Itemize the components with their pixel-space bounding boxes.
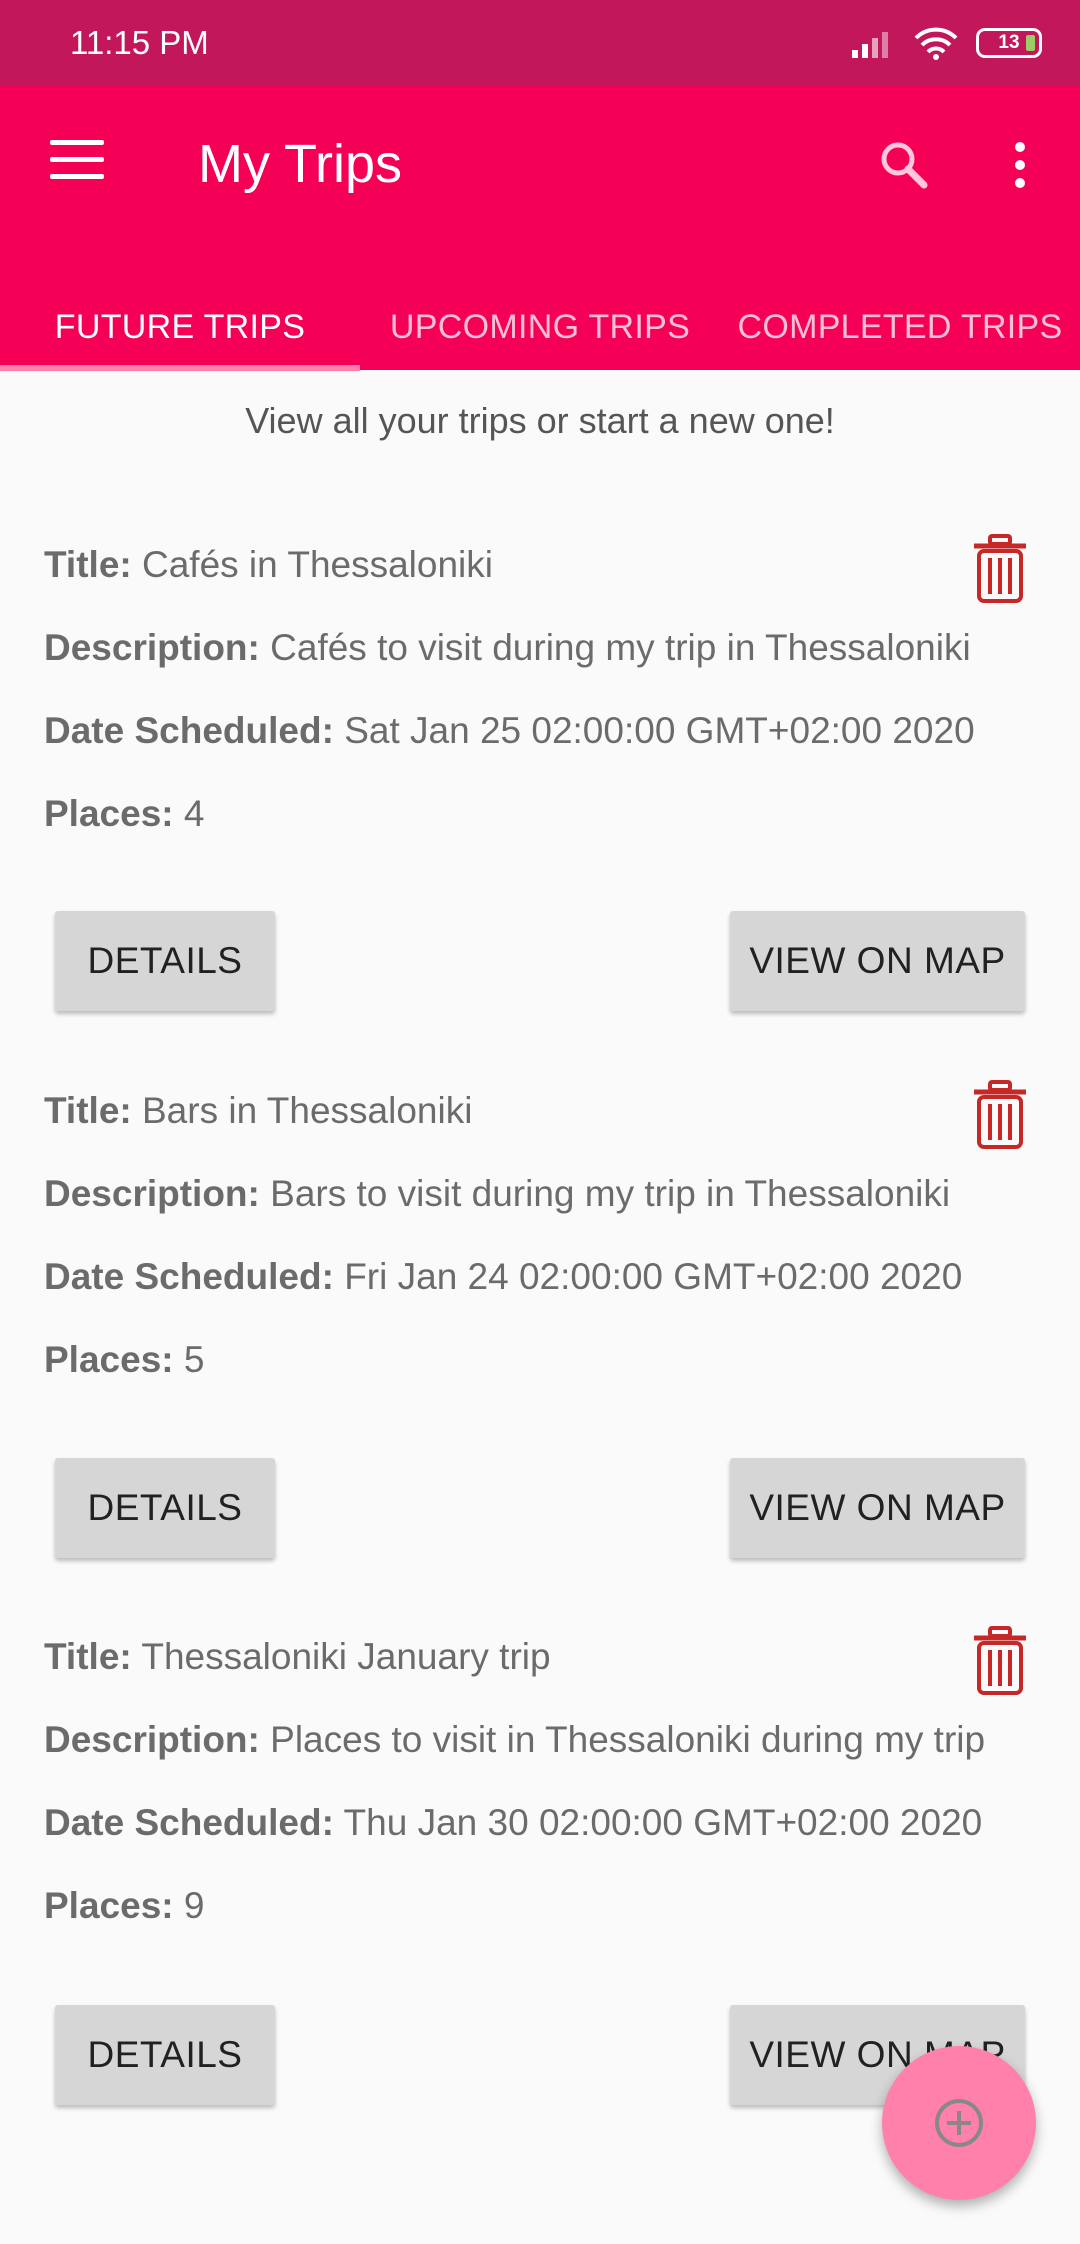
trash-icon <box>974 1626 1026 1695</box>
delete-trip-button[interactable] <box>970 1080 1030 1150</box>
add-trip-fab[interactable] <box>882 2046 1036 2200</box>
tab-indicator <box>0 365 360 371</box>
trip-description-line: Description: Places to visit in Thessalo… <box>44 1719 986 1760</box>
trip-description-line: Description: Cafés to visit during my tr… <box>44 627 971 668</box>
battery-level <box>1026 35 1035 51</box>
trip-title: Bars in Thessaloniki <box>142 1090 473 1131</box>
trash-icon <box>974 1080 1026 1149</box>
trip-places-line: Places: 4 <box>44 793 205 834</box>
trip-date-line: Date Scheduled: Fri Jan 24 02:00:00 GMT+… <box>44 1256 963 1297</box>
tab-bar: FUTURE TRIPS UPCOMING TRIPS COMPLETED TR… <box>0 285 1080 370</box>
trip-title: Thessaloniki January trip <box>141 1636 551 1677</box>
menu-button[interactable] <box>50 140 104 180</box>
trash-icon <box>974 534 1026 603</box>
delete-trip-button[interactable] <box>970 534 1030 604</box>
menu-icon <box>50 140 104 145</box>
details-button[interactable]: DETAILS <box>55 1458 275 1558</box>
battery-icon: 13 <box>976 28 1042 58</box>
page-title: My Trips <box>198 134 403 194</box>
trip-date: Sat Jan 25 02:00:00 GMT+02:00 2020 <box>344 710 975 751</box>
trip-places-line: Places: 5 <box>44 1339 205 1380</box>
more-options-button[interactable] <box>1000 135 1040 195</box>
trip-date-line: Date Scheduled: Thu Jan 30 02:00:00 GMT+… <box>44 1802 983 1843</box>
trip-description: Bars to visit during my trip in Thessalo… <box>270 1173 951 1214</box>
tab-completed-trips[interactable]: COMPLETED TRIPS <box>720 285 1080 370</box>
trip-date: Fri Jan 24 02:00:00 GMT+02:00 2020 <box>344 1256 963 1297</box>
search-icon <box>881 142 928 189</box>
trip-places: 4 <box>183 793 205 834</box>
more-vert-icon <box>1015 142 1025 152</box>
trip-title-line: Title: Bars in Thessaloniki <box>44 1090 473 1131</box>
tab-future-trips[interactable]: FUTURE TRIPS <box>0 285 360 370</box>
trip-places: 9 <box>183 1885 205 1926</box>
trip-description: Places to visit in Thessaloniki during m… <box>270 1719 986 1760</box>
trip-title-line: Title: Cafés in Thessaloniki <box>44 544 493 585</box>
tab-upcoming-trips[interactable]: UPCOMING TRIPS <box>360 285 720 370</box>
trip-places-line: Places: 9 <box>44 1885 205 1926</box>
trip-date-line: Date Scheduled: Sat Jan 25 02:00:00 GMT+… <box>44 710 975 751</box>
details-button[interactable]: DETAILS <box>55 2005 275 2105</box>
view-on-map-button[interactable]: VIEW ON MAP <box>730 911 1025 1011</box>
trip-places: 5 <box>183 1339 205 1380</box>
signal-icon <box>852 32 888 58</box>
trip-card: Title: Cafés in Thessaloniki Description… <box>0 530 1080 1076</box>
wifi-icon <box>914 27 958 60</box>
trip-title-line: Title: Thessaloniki January trip <box>44 1636 551 1677</box>
app-bar: My Trips FUTURE TRIPS UPCOMING TRIPS COM… <box>0 85 1080 371</box>
trip-title: Cafés in Thessaloniki <box>142 544 493 585</box>
page-subtitle: View all your trips or start a new one! <box>245 400 835 441</box>
view-on-map-button[interactable]: VIEW ON MAP <box>730 1458 1025 1558</box>
trip-date: Thu Jan 30 02:00:00 GMT+02:00 2020 <box>343 1802 983 1843</box>
trip-description-line: Description: Bars to visit during my tri… <box>44 1173 951 1214</box>
status-time: 11:15 PM <box>70 24 209 61</box>
status-icons: 13 <box>852 26 1042 60</box>
trip-description: Cafés to visit during my trip in Thessal… <box>270 627 971 668</box>
details-button[interactable]: DETAILS <box>55 911 275 1011</box>
search-button[interactable] <box>874 135 934 195</box>
add-circle-icon <box>935 2099 983 2147</box>
trip-card: Title: Bars in Thessaloniki Description:… <box>0 1076 1080 1622</box>
delete-trip-button[interactable] <box>970 1626 1030 1696</box>
battery-level-text: 13 <box>998 32 1020 53</box>
status-bar: 11:15 PM 13 <box>0 0 1080 85</box>
